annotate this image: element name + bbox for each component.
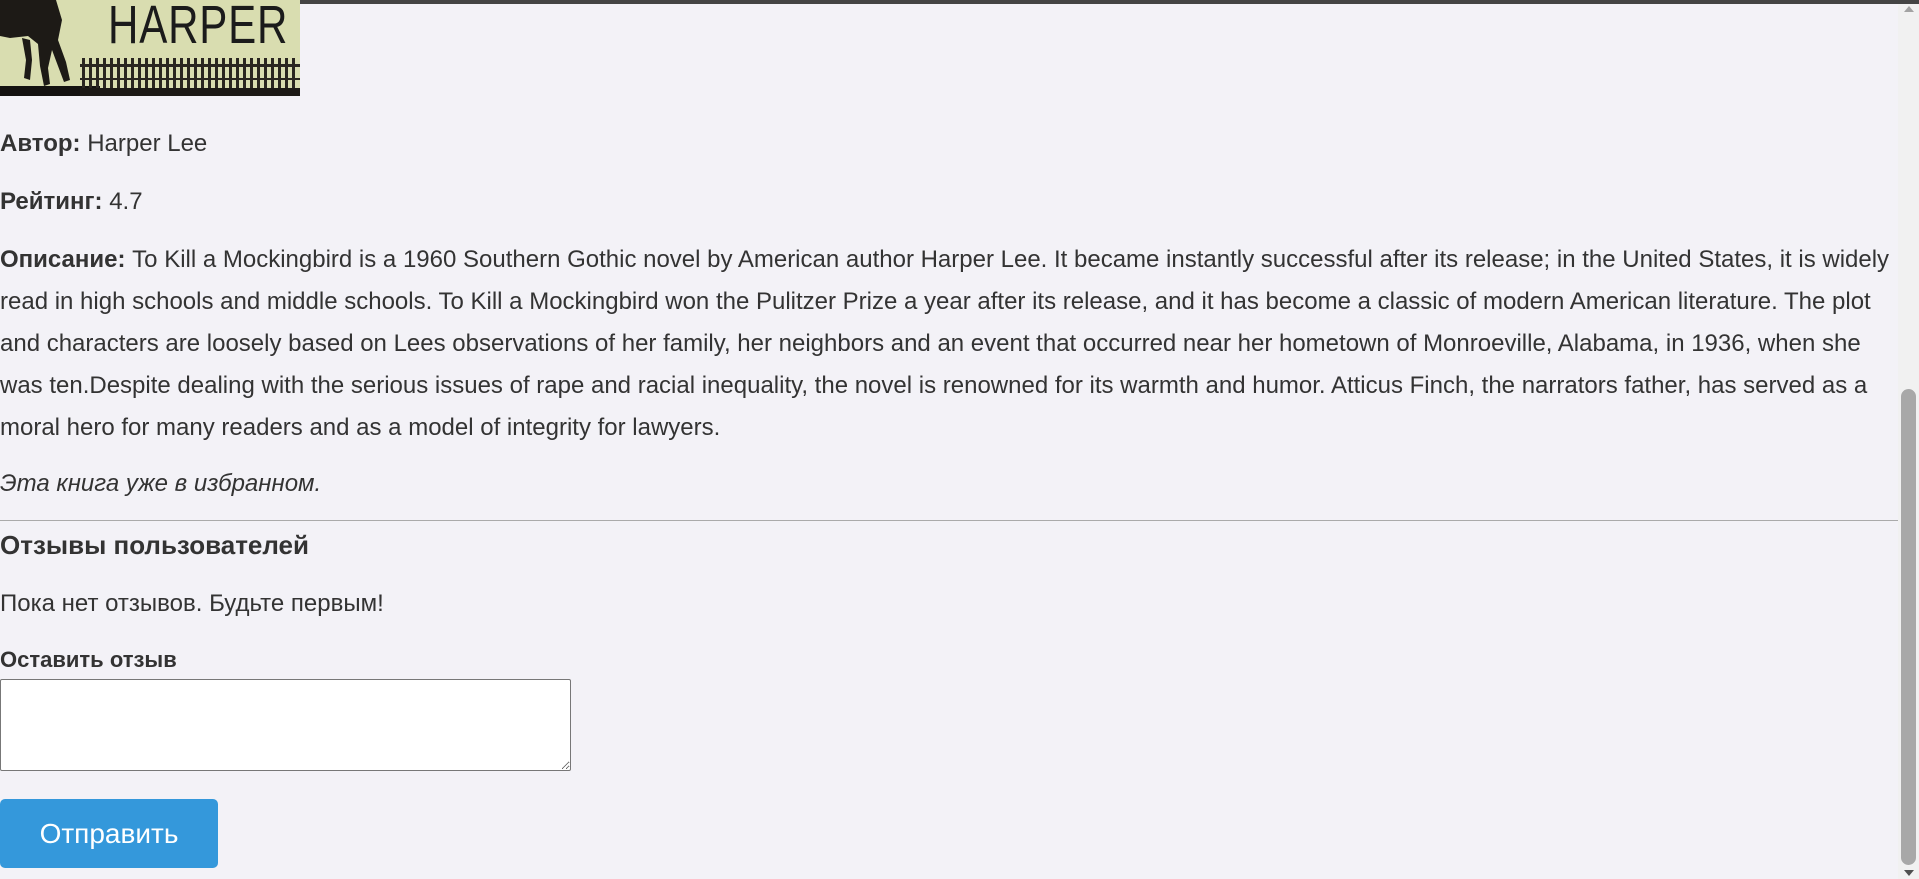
review-form-label: Оставить отзыв bbox=[0, 647, 177, 672]
scrollbar-thumb[interactable] bbox=[1901, 389, 1916, 865]
description-text: To Kill a Mockingbird is a 1960 Southern… bbox=[0, 246, 1890, 441]
page-scrollbar[interactable] bbox=[1898, 4, 1919, 879]
author-field: Автор: Harper Lee bbox=[0, 123, 207, 165]
favorite-status: Эта книга уже в избранном. bbox=[0, 470, 322, 497]
description-label: Описание: bbox=[0, 246, 126, 273]
cover-fence bbox=[80, 58, 300, 96]
rating-value: 4.7 bbox=[109, 188, 143, 215]
section-divider bbox=[0, 520, 1898, 521]
scroll-up-arrow-icon[interactable] bbox=[1904, 6, 1914, 12]
book-detail-page: HARPER LEE Автор: Harper Lee Рейтинг: 4.… bbox=[0, 0, 1898, 879]
reviews-heading: Отзывы пользователей bbox=[0, 530, 310, 560]
description-field: Описание: To Kill a Mockingbird is a 196… bbox=[0, 239, 1890, 449]
rating-field: Рейтинг: 4.7 bbox=[0, 181, 143, 223]
no-reviews-message: Пока нет отзывов. Будьте первым! bbox=[0, 590, 384, 617]
cover-title-text: HARPER LEE bbox=[108, 0, 300, 55]
rating-label: Рейтинг: bbox=[0, 188, 103, 215]
author-value: Harper Lee bbox=[87, 130, 208, 157]
scroll-down-arrow-icon[interactable] bbox=[1904, 870, 1914, 876]
submit-review-button[interactable]: Отправить bbox=[0, 799, 218, 868]
review-textarea[interactable] bbox=[0, 679, 571, 771]
book-cover-image: HARPER LEE bbox=[0, 0, 300, 96]
author-label: Автор: bbox=[0, 130, 81, 157]
